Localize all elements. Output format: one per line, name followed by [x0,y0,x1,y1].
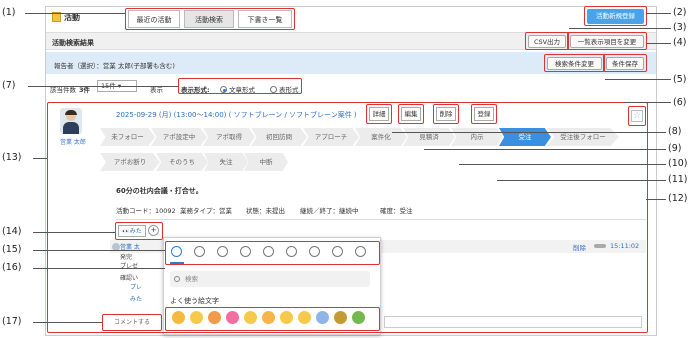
connector-line [33,232,115,233]
connector-line [33,322,102,323]
callout-14: (14) [2,226,22,237]
callout-3: (3) [673,22,687,33]
connector-line [605,79,671,80]
highlight-tabs [125,8,295,30]
callout-11: (11) [668,174,688,185]
highlight-comment [102,314,162,331]
connector-line [569,28,671,29]
highlight-save-conditions [603,54,647,72]
highlight-reactions [115,222,163,240]
callout-15: (15) [2,244,22,255]
callout-6: (6) [673,97,687,108]
highlight-new-button [584,6,647,26]
callout-7: (7) [2,80,16,91]
highlight-emoji-tabs [165,241,380,265]
callout-10: (10) [668,158,688,169]
highlight-frequent-emoji [165,307,380,331]
highlight-columns [567,32,647,50]
callout-16: (16) [2,262,22,273]
reporter-label: 報告者（選択）：営業 太郎(子部署も含む) [54,62,175,70]
highlight-activity-card [47,102,648,333]
connector-line [33,158,47,159]
connector-line [28,86,178,87]
results-title: 活動検索結果 [52,39,94,47]
connector-line [25,13,125,14]
connector-line [392,132,666,133]
callout-2: (2) [673,7,687,18]
connector-line [646,199,666,200]
callout-17: (17) [2,316,22,327]
callout-8: (8) [668,126,682,137]
connector-line [424,149,666,150]
callout-1: (1) [2,7,16,18]
connector-line [459,164,666,165]
callout-5: (5) [673,74,687,85]
highlight-csv [525,32,569,50]
page-title-text: 活動 [64,13,80,22]
connector-line [647,13,671,14]
highlight-change-conditions [544,54,605,72]
connector-line [497,180,666,181]
connector-line [625,102,671,103]
connector-line [33,250,165,251]
highlight-format [178,78,302,94]
callout-13: (13) [2,152,22,163]
callout-9: (9) [668,143,682,154]
connector-line [647,43,671,44]
connector-line [33,268,165,269]
callout-12: (12) [668,193,688,204]
callout-4: (4) [673,37,687,48]
